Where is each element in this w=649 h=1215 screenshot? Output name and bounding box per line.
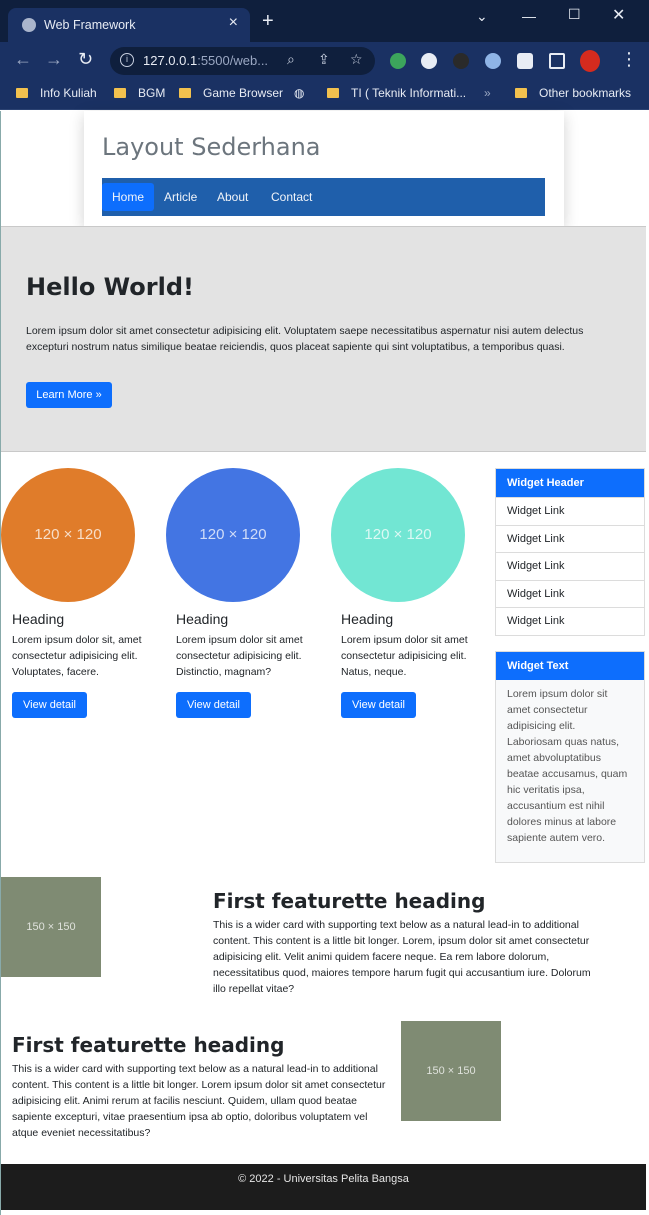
bookmarks-overflow-icon[interactable]: » bbox=[484, 86, 491, 100]
featurette-text: This is a wider card with supporting tex… bbox=[213, 919, 591, 995]
feature-heading: Heading bbox=[176, 611, 229, 627]
site-footer: © 2022 - Universitas Pelita Bangsa bbox=[1, 1164, 646, 1210]
info-icon[interactable]: i bbox=[120, 53, 134, 67]
nav-home[interactable]: Home bbox=[102, 183, 155, 211]
view-detail-button[interactable]: View detail bbox=[176, 692, 251, 718]
menu-icon[interactable]: ⋮ bbox=[620, 50, 638, 68]
bookmark-item[interactable]: Info Kuliah bbox=[16, 86, 97, 100]
nav-contact[interactable]: Contact bbox=[261, 183, 322, 211]
folder-icon bbox=[179, 88, 191, 98]
bookmarks-bar: Info Kuliah BGM Game Browser ◍ TI ( Tekn… bbox=[0, 80, 649, 110]
extension-icon[interactable] bbox=[421, 53, 437, 69]
browser-toolbar: ← → ↻ i 127.0.0.1:5500/web... ⌕ ⇪ ☆ ⋮ bbox=[0, 42, 649, 80]
widget-link[interactable]: Widget Link bbox=[496, 497, 644, 525]
nav-about[interactable]: About bbox=[207, 183, 258, 211]
widget-link[interactable]: Widget Link bbox=[496, 524, 644, 553]
feature-placeholder-image: 120 × 120 bbox=[1, 468, 135, 602]
widget-header: Widget Header bbox=[496, 469, 644, 497]
window-close-icon[interactable]: ✕ bbox=[612, 5, 625, 25]
extension-icon[interactable] bbox=[485, 53, 501, 69]
hero-text: Lorem ipsum dolor sit amet consectetur a… bbox=[26, 325, 584, 353]
site-navbar: Home Article About Contact bbox=[102, 178, 545, 216]
widget-link[interactable]: Widget Link bbox=[496, 579, 644, 608]
learn-more-button[interactable]: Learn More » bbox=[26, 382, 112, 408]
minimize-icon[interactable]: — bbox=[522, 8, 536, 24]
widget-link[interactable]: Widget Link bbox=[496, 607, 644, 635]
folder-icon bbox=[16, 88, 28, 98]
widget-text-card: Widget Text Lorem ipsum dolor sit amet c… bbox=[495, 651, 645, 863]
sidepanel-icon[interactable] bbox=[549, 53, 565, 69]
hero-heading: Hello World! bbox=[26, 273, 194, 301]
widget-text: Lorem ipsum dolor sit amet consectetur a… bbox=[496, 680, 644, 862]
bookmark-item[interactable]: Game Browser bbox=[179, 86, 283, 100]
featurette-placeholder-image: 150 × 150 bbox=[1, 877, 101, 977]
globe-icon[interactable]: ◍ bbox=[294, 86, 304, 100]
feature-text: Lorem ipsum dolor sit, amet consectetur … bbox=[12, 634, 142, 678]
widget-links: Widget Header Widget Link Widget Link Wi… bbox=[495, 468, 645, 636]
widget-text-header: Widget Text bbox=[496, 652, 644, 680]
globe-icon bbox=[22, 18, 36, 32]
new-tab-icon[interactable]: + bbox=[262, 11, 274, 31]
tab-title: Web Framework bbox=[44, 18, 136, 32]
url-text[interactable]: 127.0.0.1:5500/web... bbox=[143, 53, 283, 68]
chevron-down-icon[interactable]: ⌄ bbox=[476, 8, 488, 25]
browser-tab[interactable]: Web Framework × bbox=[8, 8, 250, 42]
back-icon[interactable]: ← bbox=[14, 50, 32, 68]
bookmark-item[interactable]: BGM bbox=[114, 86, 165, 100]
share-icon[interactable]: ⇪ bbox=[318, 51, 330, 68]
site-header: Layout Sederhana Home Article About Cont… bbox=[84, 111, 564, 226]
puzzle-icon[interactable] bbox=[517, 53, 533, 69]
featurette-heading: First featurette heading bbox=[213, 889, 486, 913]
widget-link[interactable]: Widget Link bbox=[496, 552, 644, 580]
bookmark-item[interactable]: TI ( Teknik Informati... bbox=[327, 86, 466, 100]
bookmark-star-icon[interactable]: ☆ bbox=[350, 51, 363, 68]
web-page: Layout Sederhana Home Article About Cont… bbox=[0, 111, 646, 1215]
extension-icon[interactable] bbox=[453, 53, 469, 69]
feature-heading: Heading bbox=[341, 611, 394, 627]
featurette-placeholder-image: 150 × 150 bbox=[401, 1021, 501, 1121]
reload-icon[interactable]: ↻ bbox=[78, 50, 93, 68]
close-icon[interactable]: × bbox=[229, 14, 238, 32]
zoom-icon[interactable]: ⌕ bbox=[287, 51, 295, 68]
nav-article[interactable]: Article bbox=[154, 183, 207, 211]
extension-icon[interactable] bbox=[390, 53, 406, 69]
forward-icon[interactable]: → bbox=[45, 50, 63, 68]
maximize-icon[interactable]: ☐ bbox=[568, 6, 581, 23]
feature-placeholder-image: 120 × 120 bbox=[166, 468, 300, 602]
feature-text: Lorem ipsum dolor sit amet consectetur a… bbox=[176, 634, 303, 678]
view-detail-button[interactable]: View detail bbox=[341, 692, 416, 718]
view-detail-button[interactable]: View detail bbox=[12, 692, 87, 718]
folder-icon bbox=[515, 88, 527, 98]
feature-heading: Heading bbox=[12, 611, 65, 627]
address-bar[interactable]: i 127.0.0.1:5500/web... ⌕ ⇪ ☆ bbox=[110, 47, 375, 75]
other-bookmarks[interactable]: Other bookmarks bbox=[515, 86, 631, 100]
feature-text: Lorem ipsum dolor sit amet consectetur a… bbox=[341, 634, 468, 678]
hero-jumbotron: Hello World! Lorem ipsum dolor sit amet … bbox=[1, 226, 646, 452]
featurette-text: This is a wider card with supporting tex… bbox=[12, 1063, 386, 1139]
browser-titlebar: Web Framework × + ⌄ — ☐ ✕ bbox=[0, 0, 649, 42]
site-title: Layout Sederhana bbox=[102, 133, 321, 161]
featurette-heading: First featurette heading bbox=[12, 1033, 285, 1057]
feature-placeholder-image: 120 × 120 bbox=[331, 468, 465, 602]
profile-avatar[interactable] bbox=[580, 50, 600, 72]
folder-icon bbox=[114, 88, 126, 98]
folder-icon bbox=[327, 88, 339, 98]
